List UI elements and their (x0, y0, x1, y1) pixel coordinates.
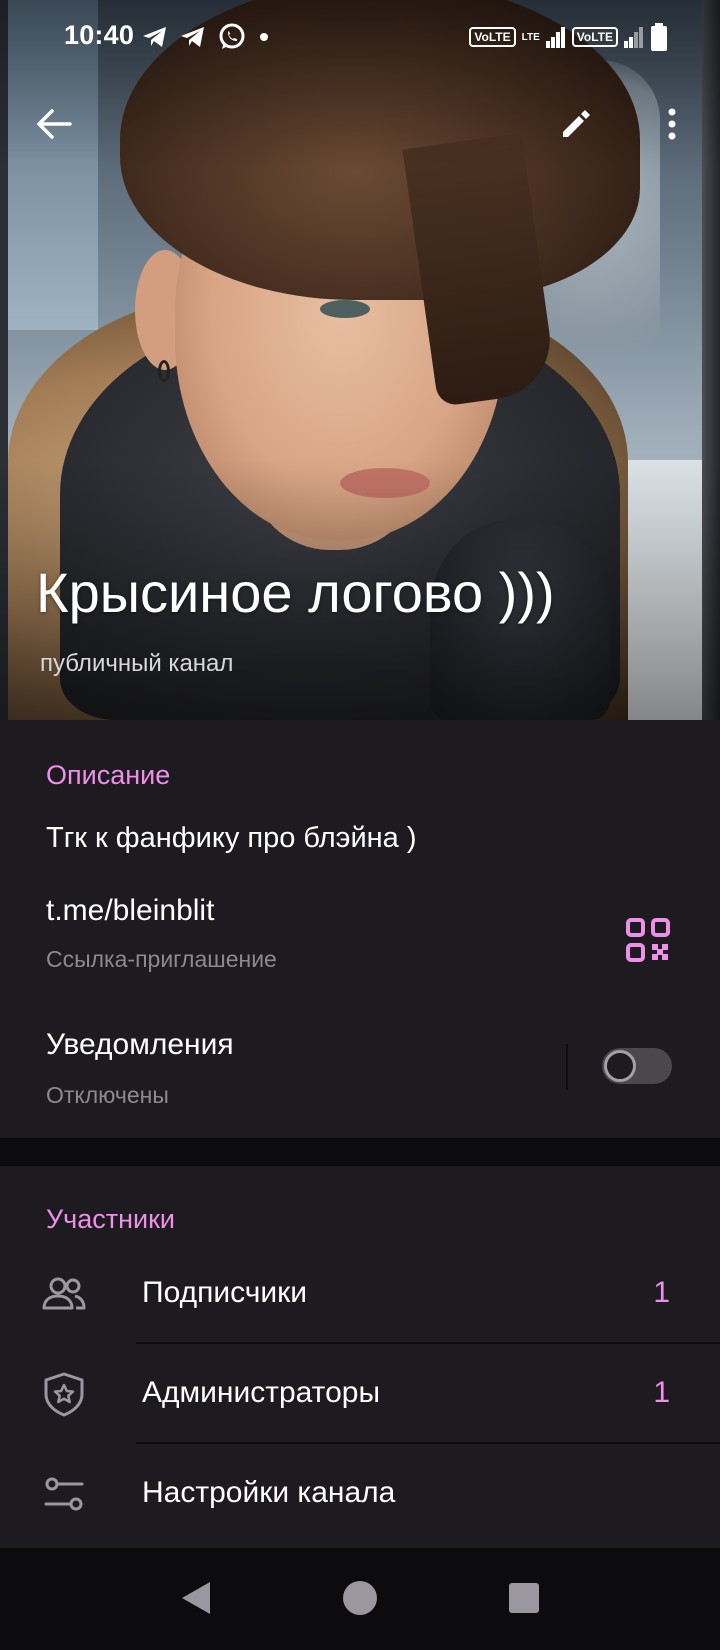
menu-item-channel-settings[interactable]: Настройки канала (0, 1444, 720, 1544)
square-recents-icon (509, 1583, 539, 1613)
nav-home-button[interactable] (340, 1578, 380, 1618)
qr-code-button[interactable] (624, 916, 672, 964)
circle-home-icon (343, 1581, 377, 1615)
whatsapp-icon (219, 23, 245, 49)
menu-item-subscribers[interactable]: Подписчики 1 (0, 1244, 720, 1344)
members-section-title: Участники (46, 1204, 175, 1234)
sliders-icon (44, 1477, 84, 1511)
arrow-left-icon (37, 109, 72, 139)
signal-icon (624, 27, 643, 48)
status-bar: 10:40 VoLTE LTE VoLTE (0, 0, 720, 72)
status-time: 10:40 (64, 20, 135, 50)
triangle-back-icon (182, 1582, 210, 1614)
qr-code-icon (626, 918, 670, 962)
telegram-icon (181, 27, 204, 47)
invite-link-row[interactable]: t.me/bleinblit Ссылка-приглашение (0, 880, 720, 990)
menu-label-administrators: Администраторы (142, 1376, 381, 1409)
volte-badge: VoLTE (469, 27, 516, 47)
channel-title: Крысиное логово ))) (36, 561, 555, 624)
channel-description: Тгк к фанфику про блэйна ) (46, 822, 417, 854)
menu-label-subscribers: Подписчики (142, 1276, 308, 1309)
battery-icon (651, 23, 667, 51)
toggle-knob (604, 1050, 636, 1082)
more-vertical-icon (668, 108, 676, 140)
section-gap (0, 1138, 720, 1166)
nav-back-button[interactable] (176, 1578, 216, 1618)
notifications-row[interactable]: Уведомления Отключены (0, 1012, 720, 1130)
nav-recents-button[interactable] (504, 1578, 544, 1618)
people-icon (42, 1277, 86, 1310)
shield-star-icon (44, 1372, 84, 1417)
invite-link: t.me/bleinblit (46, 894, 215, 927)
notification-icons (142, 22, 270, 52)
pencil-icon (563, 110, 590, 137)
edit-button[interactable] (548, 96, 604, 152)
channel-type: публичный канал (40, 650, 234, 677)
photo-earring (158, 360, 170, 382)
lte-label: LTE (521, 31, 540, 43)
back-button[interactable] (26, 96, 82, 152)
signal-icon (545, 27, 565, 48)
invite-link-caption: Ссылка-приглашение (46, 946, 277, 972)
notifications-divider (566, 1044, 568, 1090)
more-button[interactable] (644, 96, 700, 152)
telegram-icon (143, 27, 166, 47)
notifications-label: Уведомления (46, 1028, 234, 1061)
subscribers-count: 1 (653, 1276, 670, 1309)
menu-item-administrators[interactable]: Администраторы 1 (0, 1344, 720, 1444)
photo-eye-left (320, 300, 370, 318)
system-status-icons: VoLTE LTE VoLTE (469, 22, 668, 52)
administrators-count: 1 (653, 1376, 670, 1409)
volte-badge-2: VoLTE (571, 27, 618, 47)
dot-icon (260, 33, 268, 41)
notifications-status: Отключены (46, 1082, 169, 1108)
description-section-title: Описание (46, 760, 171, 790)
system-navigation-bar (0, 1548, 720, 1650)
menu-label-channel-settings: Настройки канала (142, 1476, 396, 1509)
notifications-toggle[interactable] (602, 1048, 672, 1084)
